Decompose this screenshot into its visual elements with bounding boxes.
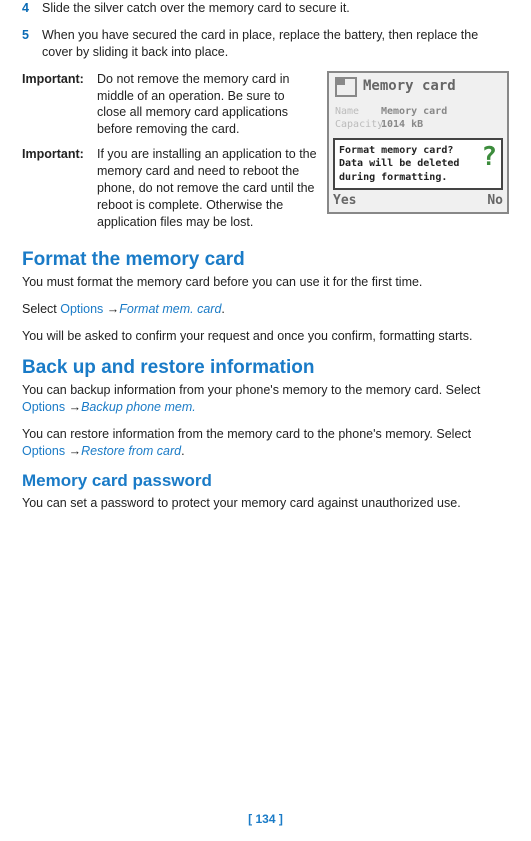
important-text: Do not remove the memory card in middle … — [97, 71, 317, 139]
phone-screen-header: Memory card — [333, 75, 503, 103]
heading-format: Format the memory card — [22, 247, 509, 273]
phone-dialog: Format memory card? Data will be deleted… — [333, 138, 503, 191]
step-number: 5 — [22, 27, 42, 61]
phone-dialog-text: Format memory card? Data will be deleted… — [339, 144, 477, 185]
step-text: Slide the silver catch over the memory c… — [42, 0, 509, 17]
paragraph: Select Options →Format mem. card. — [22, 301, 509, 318]
phone-info-label: Name — [335, 105, 377, 119]
step-text: When you have secured the card in place,… — [42, 27, 509, 61]
page-content: 4 Slide the silver catch over the memory… — [22, 0, 509, 512]
important-note-2: Important: If you are installing an appl… — [22, 146, 317, 230]
heading-password: Memory card password — [22, 470, 509, 493]
step-4: 4 Slide the silver catch over the memory… — [22, 0, 509, 17]
phone-info-value: 1014 kB — [381, 118, 423, 132]
paragraph: You can backup information from your pho… — [22, 382, 509, 416]
softkey-no: No — [487, 192, 503, 210]
phone-info-label: Capacity — [335, 118, 377, 132]
important-label: Important: — [22, 146, 97, 230]
phone-info-capacity: Capacity 1014 kB — [335, 118, 501, 132]
arrow-icon: → — [103, 302, 119, 316]
page-number: [ 134 ] — [0, 811, 531, 827]
important-column: Important: Do not remove the memory card… — [22, 71, 317, 239]
question-icon: ? — [481, 144, 497, 185]
text: You can backup information from your pho… — [22, 383, 480, 397]
menu-restore: Restore from card — [81, 444, 181, 458]
arrow-icon: → — [65, 400, 81, 414]
important-note-1: Important: Do not remove the memory card… — [22, 71, 317, 139]
phone-screenshot: Memory card Name Memory card Capacity 10… — [327, 71, 509, 239]
phone-info: Name Memory card Capacity 1014 kB — [333, 103, 503, 136]
phone-info-value: Memory card — [381, 105, 447, 119]
menu-options: Options — [22, 444, 65, 458]
memory-card-icon — [335, 77, 357, 97]
paragraph: You must format the memory card before y… — [22, 274, 509, 291]
phone-screen-box: Memory card Name Memory card Capacity 10… — [327, 71, 509, 214]
step-5: 5 When you have secured the card in plac… — [22, 27, 509, 61]
phone-info-name: Name Memory card — [335, 105, 501, 119]
menu-options: Options — [22, 400, 65, 414]
step-number: 4 — [22, 0, 42, 17]
phone-softkeys: Yes No — [333, 192, 503, 210]
text: Select — [22, 302, 60, 316]
important-text: If you are installing an application to … — [97, 146, 317, 230]
text: You can restore information from the mem… — [22, 427, 471, 441]
paragraph: You will be asked to confirm your reques… — [22, 328, 509, 345]
heading-backup: Back up and restore information — [22, 355, 509, 381]
important-label: Important: — [22, 71, 97, 139]
phone-screen-title: Memory card — [363, 77, 456, 96]
arrow-icon: → — [65, 444, 81, 458]
menu-backup: Backup phone mem. — [81, 400, 196, 414]
softkey-yes: Yes — [333, 192, 356, 210]
menu-options: Options — [60, 302, 103, 316]
important-and-image-row: Important: Do not remove the memory card… — [22, 71, 509, 239]
menu-format: Format mem. card — [119, 302, 221, 316]
paragraph: You can restore information from the mem… — [22, 426, 509, 460]
paragraph: You can set a password to protect your m… — [22, 495, 509, 512]
